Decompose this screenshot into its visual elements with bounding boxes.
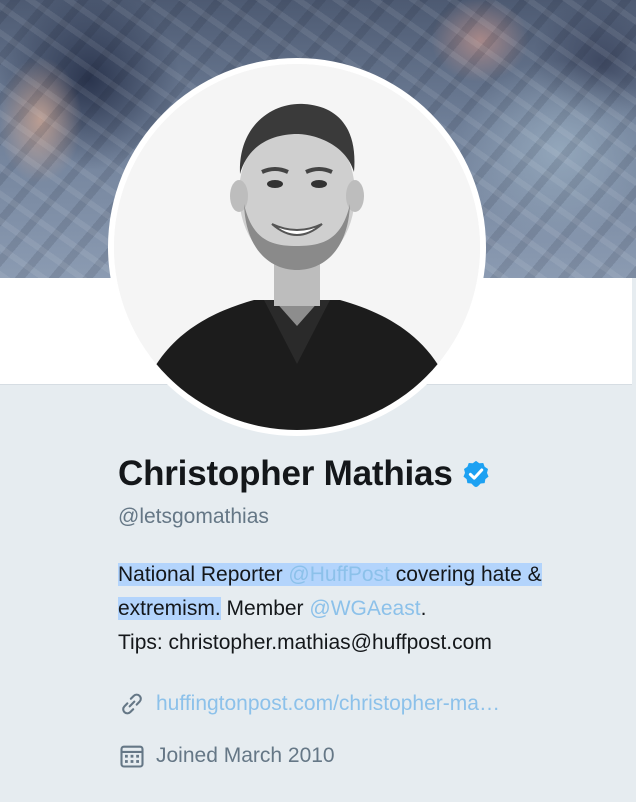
- profile-name-row: Christopher Mathias: [118, 452, 491, 496]
- profile-name[interactable]: Christopher Mathias: [118, 454, 453, 494]
- profile-handle[interactable]: @letsgomathias: [118, 505, 269, 529]
- avatar-photo: [114, 64, 480, 430]
- avatar[interactable]: [108, 58, 486, 436]
- bio-text: Member: [220, 597, 310, 620]
- link-icon: [122, 693, 142, 715]
- avatar-portrait-illustration: [114, 64, 480, 430]
- calendar-icon: [120, 745, 144, 768]
- bio-tips-line: Tips: christopher.mathias@huffpost.com: [118, 631, 492, 654]
- bio-mention-huffpost[interactable]: @HuffPost: [288, 563, 389, 586]
- bio-mention-wgaeast[interactable]: @WGAeast: [309, 597, 420, 620]
- bio-text: National Reporter: [118, 563, 289, 586]
- profile-joined-date: Joined March 2010: [156, 744, 335, 767]
- profile-joined-row: Joined March 2010: [118, 742, 335, 770]
- profile-bio: National Reporter @HuffPost covering hat…: [118, 558, 598, 660]
- verified-badge-icon: [463, 460, 489, 488]
- bio-text: .: [420, 597, 427, 620]
- profile-website-row: huffingtonpost.com/christopher-ma…: [118, 690, 500, 718]
- profile-website-link[interactable]: huffingtonpost.com/christopher-ma…: [156, 692, 500, 716]
